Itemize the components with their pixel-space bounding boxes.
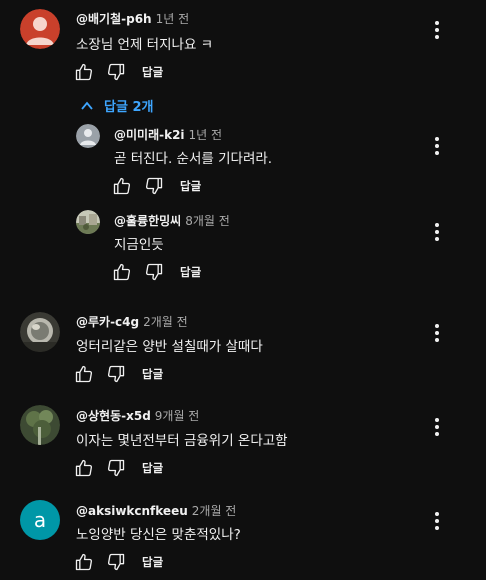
like-button[interactable] — [72, 550, 96, 574]
comment-actions: 답글 — [72, 60, 163, 84]
more-options-icon[interactable] — [427, 509, 447, 533]
thumb-up-icon — [113, 263, 131, 281]
avatar-letter: a — [33, 508, 47, 532]
comment-actions: 답글 — [72, 550, 163, 574]
reply-button[interactable]: 답글 — [142, 366, 163, 382]
dislike-button[interactable] — [142, 174, 166, 198]
author-name[interactable]: @훌륭한밍씨 — [114, 214, 181, 228]
comment-text: 곧 터진다. 순서를 기다려라. — [114, 151, 273, 167]
dislike-button[interactable] — [104, 362, 128, 386]
avatar[interactable] — [20, 312, 60, 352]
thumb-down-icon — [145, 263, 163, 281]
comment-text: 엉터리같은 양반 설칠때가 살때다 — [76, 339, 263, 355]
thumb-up-icon — [75, 459, 93, 477]
thumb-up-icon — [113, 177, 131, 195]
author-name[interactable]: @상현동-x5d — [76, 409, 151, 423]
comment-header: @상현동-x5d 9개월 전 — [76, 407, 199, 424]
comment-header: @aksiwkcnfkeeu 2개월 전 — [76, 502, 236, 519]
like-button[interactable] — [72, 60, 96, 84]
chevron-up-icon — [81, 101, 93, 110]
comment-actions: 답글 — [72, 456, 163, 480]
author-name[interactable]: @루카-c4g — [76, 315, 139, 329]
more-options-icon[interactable] — [427, 321, 447, 345]
timestamp[interactable]: 2개월 전 — [143, 315, 188, 329]
more-options-icon[interactable] — [427, 220, 447, 244]
reply-button[interactable]: 답글 — [142, 64, 163, 80]
like-button[interactable] — [72, 456, 96, 480]
comment-header: @배기철-p6h 1년 전 — [76, 10, 189, 27]
dislike-button[interactable] — [104, 550, 128, 574]
more-options-icon[interactable] — [427, 134, 447, 158]
comment-text: 노잉양반 당신은 맞춘적있나? — [76, 527, 241, 543]
author-name[interactable]: @미미래-k2i — [114, 128, 185, 142]
avatar[interactable] — [20, 405, 60, 445]
dislike-button[interactable] — [104, 456, 128, 480]
thumb-down-icon — [107, 63, 125, 81]
timestamp[interactable]: 8개월 전 — [185, 214, 230, 228]
comment-header: @루카-c4g 2개월 전 — [76, 313, 188, 330]
comment-text: 소장님 언제 터지나요 ㅋ — [76, 37, 214, 53]
thumb-down-icon — [107, 459, 125, 477]
reply-button[interactable]: 답글 — [142, 460, 163, 476]
dislike-button[interactable] — [142, 260, 166, 284]
thumb-down-icon — [107, 365, 125, 383]
timestamp[interactable]: 9개월 전 — [155, 409, 200, 423]
thumb-down-icon — [107, 553, 125, 571]
replies-toggle-button[interactable]: 답글 2개 — [80, 96, 153, 115]
comment-header: @미미래-k2i 1년 전 — [114, 126, 222, 143]
comment-header: @훌륭한밍씨 8개월 전 — [114, 212, 230, 229]
reply-button[interactable]: 답글 — [180, 178, 201, 194]
thumb-up-icon — [75, 365, 93, 383]
author-name[interactable]: @배기철-p6h — [76, 12, 152, 26]
dislike-button[interactable] — [104, 60, 128, 84]
timestamp[interactable]: 1년 전 — [189, 128, 223, 142]
comment-actions: 답글 — [110, 260, 201, 284]
timestamp[interactable]: 1년 전 — [156, 12, 190, 26]
reply-button[interactable]: 답글 — [180, 264, 201, 280]
comment-actions: 답글 — [110, 174, 201, 198]
comment-actions: 답글 — [72, 362, 163, 386]
replies-toggle-label: 답글 2개 — [104, 100, 154, 115]
thumb-up-icon — [75, 63, 93, 81]
comment-text: 이자는 몇년전부터 금융위기 온다고함 — [76, 433, 288, 449]
thumb-up-icon — [75, 553, 93, 571]
reply-button[interactable]: 답글 — [142, 554, 163, 570]
avatar[interactable] — [20, 9, 60, 49]
author-name[interactable]: @aksiwkcnfkeeu — [76, 504, 188, 518]
thumb-down-icon — [145, 177, 163, 195]
timestamp[interactable]: 2개월 전 — [192, 504, 237, 518]
more-options-icon[interactable] — [427, 18, 447, 42]
avatar[interactable]: a — [20, 500, 60, 540]
like-button[interactable] — [110, 174, 134, 198]
avatar[interactable] — [76, 210, 100, 234]
avatar[interactable] — [76, 124, 100, 148]
like-button[interactable] — [72, 362, 96, 386]
more-options-icon[interactable] — [427, 415, 447, 439]
comment-text: 지금인듯 — [114, 237, 164, 253]
like-button[interactable] — [110, 260, 134, 284]
